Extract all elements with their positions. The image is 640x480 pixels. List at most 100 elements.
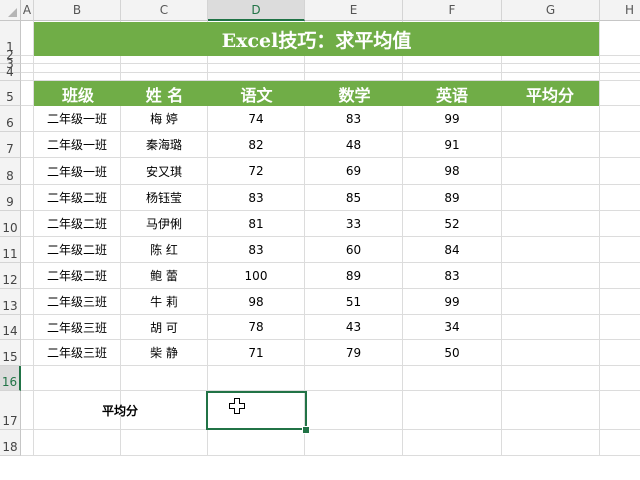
cell-H2[interactable] <box>600 56 640 64</box>
cell-G7[interactable] <box>502 132 600 158</box>
cell-E17[interactable] <box>305 391 403 430</box>
cell-E7[interactable]: 48 <box>305 132 403 158</box>
cell-C11[interactable]: 陈 红 <box>121 237 208 263</box>
cell-H16[interactable] <box>600 366 640 391</box>
cell-G14[interactable] <box>502 315 600 340</box>
cell-B14[interactable]: 二年级三班 <box>34 315 121 340</box>
cell-C10[interactable]: 马伊俐 <box>121 211 208 237</box>
cell-A11[interactable] <box>21 237 34 263</box>
cell-H9[interactable] <box>600 185 640 211</box>
cell-D13[interactable]: 98 <box>208 289 305 315</box>
cell-C9[interactable]: 杨钰莹 <box>121 185 208 211</box>
cell-D14[interactable]: 78 <box>208 315 305 340</box>
cell-B4[interactable] <box>34 73 121 81</box>
cell-G6[interactable] <box>502 106 600 132</box>
fill-handle[interactable] <box>302 426 310 434</box>
row-header-18[interactable]: 18 <box>0 430 21 456</box>
row-header-6[interactable]: 6 <box>0 106 21 132</box>
column-header-F[interactable]: F <box>403 0 502 21</box>
row-header-12[interactable]: 12 <box>0 263 21 289</box>
cell-E8[interactable]: 69 <box>305 158 403 185</box>
cell-D10[interactable]: 81 <box>208 211 305 237</box>
cell-D11[interactable]: 83 <box>208 237 305 263</box>
cell-G15[interactable] <box>502 340 600 366</box>
cell-F2[interactable] <box>403 56 502 64</box>
column-header-H[interactable]: H <box>600 0 640 21</box>
cell-G11[interactable] <box>502 237 600 263</box>
cell-H18[interactable] <box>600 430 640 456</box>
cell-B12[interactable]: 二年级二班 <box>34 263 121 289</box>
header-english[interactable]: 英语 <box>403 81 501 106</box>
cell-D4[interactable] <box>208 73 305 81</box>
cell-F18[interactable] <box>403 430 502 456</box>
cell-F9[interactable]: 89 <box>403 185 502 211</box>
cell-H13[interactable] <box>600 289 640 315</box>
cell-F14[interactable]: 34 <box>403 315 502 340</box>
cell-E11[interactable]: 60 <box>305 237 403 263</box>
row-header-17[interactable]: 17 <box>0 391 21 430</box>
cell-H8[interactable] <box>600 158 640 185</box>
cell-A6[interactable] <box>21 106 34 132</box>
cell-A13[interactable] <box>21 289 34 315</box>
cell-A18[interactable] <box>21 430 34 456</box>
cell-G4[interactable] <box>502 73 600 81</box>
cell-F17[interactable] <box>403 391 502 430</box>
cell-E2[interactable] <box>305 56 403 64</box>
cell-G17[interactable] <box>502 391 600 430</box>
cell-B11[interactable]: 二年级二班 <box>34 237 121 263</box>
cell-B13[interactable]: 二年级三班 <box>34 289 121 315</box>
cell-D18[interactable] <box>208 430 305 456</box>
cell-D3[interactable] <box>208 64 305 73</box>
cell-G16[interactable] <box>502 366 600 391</box>
cell-E13[interactable]: 51 <box>305 289 403 315</box>
cell-G3[interactable] <box>502 64 600 73</box>
row-header-10[interactable]: 10 <box>0 211 21 237</box>
cell-B3[interactable] <box>34 64 121 73</box>
cell-A4[interactable] <box>21 73 34 81</box>
row-header-8[interactable]: 8 <box>0 158 21 185</box>
cell-C13[interactable]: 牛 莉 <box>121 289 208 315</box>
cell-F15[interactable]: 50 <box>403 340 502 366</box>
cell-E4[interactable] <box>305 73 403 81</box>
row-header-16[interactable]: 16 <box>0 366 21 391</box>
row-header-5[interactable]: 5 <box>0 81 21 106</box>
row-header-4[interactable]: 4 <box>0 65 21 81</box>
cell-H3[interactable] <box>600 64 640 73</box>
cell-G2[interactable] <box>502 56 600 64</box>
select-all-corner[interactable] <box>0 0 21 21</box>
cell-C3[interactable] <box>121 64 208 73</box>
header-average[interactable]: 平均分 <box>501 81 599 106</box>
column-header-C[interactable]: C <box>121 0 208 21</box>
header-name[interactable]: 姓 名 <box>122 81 207 106</box>
cell-B10[interactable]: 二年级二班 <box>34 211 121 237</box>
cell-H7[interactable] <box>600 132 640 158</box>
cell-E12[interactable]: 89 <box>305 263 403 289</box>
cell-B7[interactable]: 二年级一班 <box>34 132 121 158</box>
row-header-7[interactable]: 7 <box>0 132 21 158</box>
cell-C16[interactable] <box>121 366 208 391</box>
cell-G8[interactable] <box>502 158 600 185</box>
cell-B15[interactable]: 二年级三班 <box>34 340 121 366</box>
cell-C2[interactable] <box>121 56 208 64</box>
cell-C12[interactable]: 鲍 蕾 <box>121 263 208 289</box>
cell-H14[interactable] <box>600 315 640 340</box>
cell-H10[interactable] <box>600 211 640 237</box>
cell-F7[interactable]: 91 <box>403 132 502 158</box>
column-header-E[interactable]: E <box>305 0 403 21</box>
cell-E18[interactable] <box>305 430 403 456</box>
active-cell-D16[interactable] <box>206 391 307 430</box>
row-header-15[interactable]: 15 <box>0 340 21 366</box>
cell-A14[interactable] <box>21 315 34 340</box>
cell-A3[interactable] <box>21 64 34 73</box>
column-header-A[interactable]: A <box>21 0 34 21</box>
cell-B9[interactable]: 二年级二班 <box>34 185 121 211</box>
cell-E10[interactable]: 33 <box>305 211 403 237</box>
cell-E14[interactable]: 43 <box>305 315 403 340</box>
cell-A10[interactable] <box>21 211 34 237</box>
cell-A8[interactable] <box>21 158 34 185</box>
cell-A2[interactable] <box>21 56 34 64</box>
cell-C6[interactable]: 梅 婷 <box>121 106 208 132</box>
cell-B8[interactable]: 二年级一班 <box>34 158 121 185</box>
cell-C8[interactable]: 安又琪 <box>121 158 208 185</box>
spreadsheet-grid[interactable]: 123456789101112131415161718 ABCDEFGH二年级一… <box>0 0 640 480</box>
